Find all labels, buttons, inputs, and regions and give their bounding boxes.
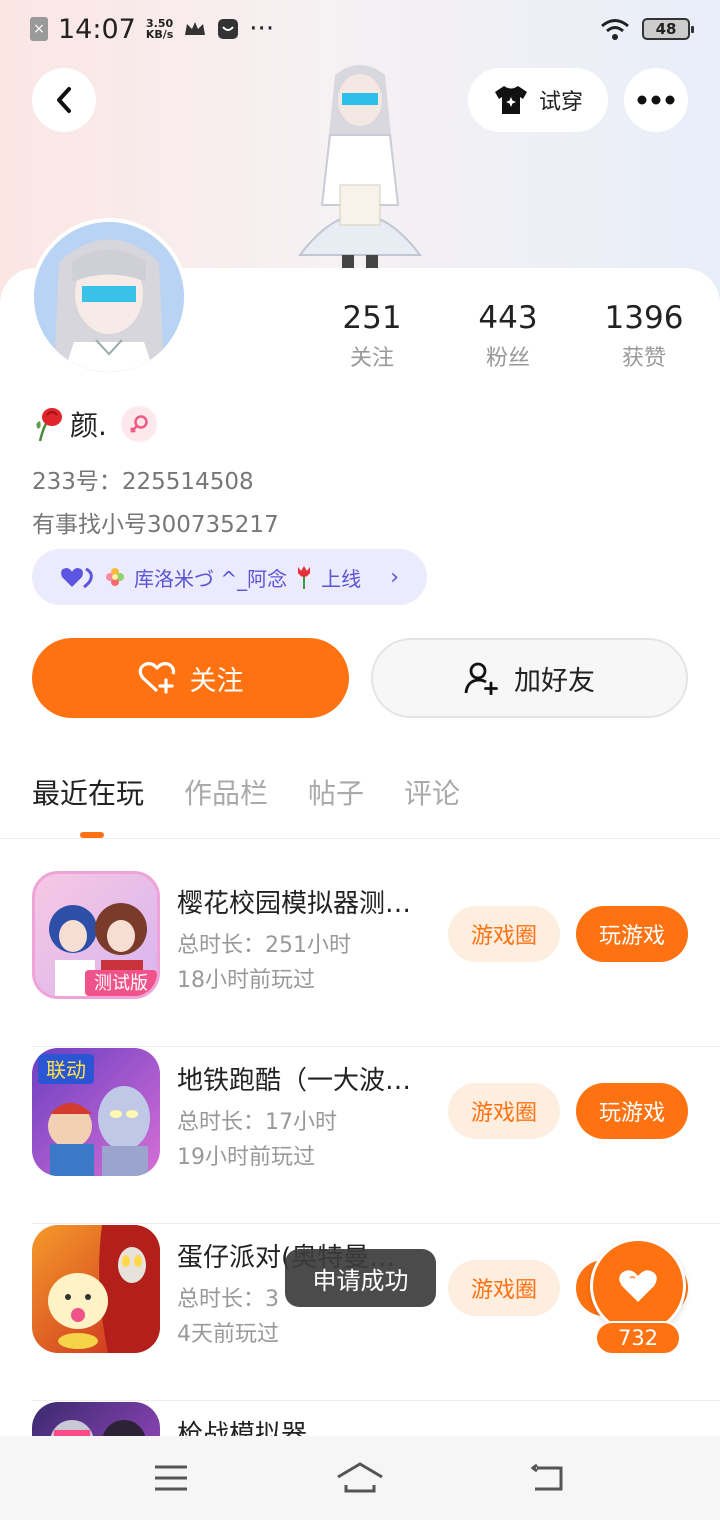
follow-label: 关注: [189, 665, 244, 697]
crown-icon: [185, 22, 206, 35]
list-item[interactable]: 测试版 樱花校园模拟器测… 总时长：251小时 18小时前玩过 游戏圈 玩游戏: [0, 871, 720, 1047]
name-row: 颜.: [32, 404, 157, 444]
play-game-button[interactable]: 玩游戏: [576, 1083, 688, 1139]
stat-likes[interactable]: 1396 获赞: [574, 298, 714, 372]
game-title: 樱花校园模拟器测…: [177, 889, 412, 919]
game-last-played: 18小时前玩过: [177, 968, 315, 993]
avatar-image: [34, 222, 184, 372]
list-item[interactable]: 联动 地铁跑酷（一大波… 总时长：17小时 19小时前玩过 游戏圈 玩游戏: [0, 1048, 720, 1224]
row-divider: [32, 1400, 720, 1401]
female-gender-icon: [120, 406, 157, 442]
wifi-icon: [601, 19, 629, 40]
svg-text:测试版: 测试版: [94, 973, 148, 994]
add-friend-button[interactable]: 加好友: [371, 638, 688, 718]
message-icon: [218, 19, 239, 39]
rose-icon: [36, 408, 62, 442]
home-icon[interactable]: [335, 1461, 385, 1495]
game-duration: 总时长：251小时: [177, 933, 351, 958]
tab-comments[interactable]: 评论: [404, 772, 460, 812]
more-button[interactable]: [624, 68, 688, 132]
return-icon[interactable]: [531, 1463, 567, 1493]
stat-following[interactable]: 251 关注: [302, 298, 442, 372]
game-title: 地铁跑酷（一大波…: [177, 1066, 412, 1096]
game-circle-button[interactable]: 游戏圈: [448, 1260, 560, 1316]
tab-works[interactable]: 作品栏: [184, 772, 268, 812]
heart-icon: [619, 1270, 657, 1302]
game-duration: 总时长：17小时: [177, 1110, 337, 1135]
more-dots-icon: [637, 95, 675, 105]
tshirt-icon: [494, 86, 527, 114]
network-speed: 3.50 KB/s: [145, 17, 174, 41]
play-game-button[interactable]: 玩游戏: [576, 906, 688, 962]
tab-recently-played[interactable]: 最近在玩: [32, 772, 144, 812]
profile-stats: 251 关注 443 粉丝 1396 获赞: [300, 298, 720, 378]
game-circle-button[interactable]: 游戏圈: [448, 906, 560, 962]
notification-close-icon: ×: [30, 17, 48, 41]
user-name: 颜.: [70, 409, 107, 442]
heart-duo-icon: [61, 567, 93, 589]
status-more-dots: ···: [249, 14, 275, 44]
game-last-played: 19小时前玩过: [177, 1145, 315, 1170]
profile-tabs: 最近在玩 作品栏 帖子 评论: [32, 772, 460, 812]
tulip-icon: [298, 566, 311, 589]
guild-name: 库洛米づ ^_阿念: [134, 566, 288, 591]
game-icon-subway[interactable]: 联动: [32, 1048, 160, 1176]
toast-message: 申请成功: [285, 1249, 436, 1307]
game-icon-eggy-party[interactable]: [32, 1225, 160, 1353]
try-on-label: 试穿: [538, 90, 583, 115]
svg-text:联动: 联动: [46, 1058, 86, 1082]
avatar[interactable]: [30, 218, 188, 376]
game-last-played: 4天前玩过: [177, 1322, 279, 1347]
user-id[interactable]: 233号：225514508: [32, 462, 254, 496]
flower-icon: [106, 568, 124, 586]
heart-plus-icon: [138, 661, 175, 694]
chevron-right-icon: ›: [390, 564, 399, 590]
like-count: 732: [595, 1321, 681, 1355]
status-bar: × 14:07 3.50 KB/s ··· 48: [0, 0, 720, 58]
like-button[interactable]: [590, 1238, 686, 1334]
game-circle-button[interactable]: 游戏圈: [448, 1083, 560, 1139]
follow-button[interactable]: 关注: [32, 638, 349, 718]
tabs-divider: [0, 838, 720, 839]
user-plus-icon: [464, 662, 498, 695]
stat-followers[interactable]: 443 粉丝: [438, 298, 578, 372]
row-divider: [32, 1046, 720, 1047]
system-nav-bar: [0, 1436, 720, 1520]
tab-posts[interactable]: 帖子: [308, 772, 364, 812]
guild-banner[interactable]: 库洛米づ ^_阿念 上线 ›: [32, 549, 427, 605]
try-on-button[interactable]: 试穿: [468, 68, 608, 132]
status-time: 14:07: [58, 13, 136, 45]
game-icon-sakura[interactable]: 测试版: [32, 871, 160, 999]
avatar-figure: [297, 65, 423, 270]
menu-icon[interactable]: [153, 1464, 189, 1492]
battery-indicator: 48: [642, 18, 694, 40]
add-friend-label: 加好友: [514, 665, 595, 697]
back-button[interactable]: [32, 68, 96, 132]
user-bio: 有事找小号300735217: [32, 512, 279, 538]
back-arrow-icon: [57, 87, 71, 113]
game-duration: 总时长：3: [177, 1287, 279, 1312]
row-divider: [32, 1223, 720, 1224]
guild-status: 上线: [321, 566, 362, 591]
